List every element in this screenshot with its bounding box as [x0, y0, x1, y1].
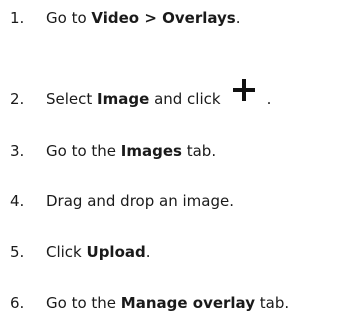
button-name: Upload	[86, 243, 146, 261]
step-2: 2. Select Image and click.	[0, 78, 271, 111]
step-number: 3.	[10, 142, 25, 160]
menu-path: Video > Overlays	[91, 9, 236, 27]
step-number: 2.	[10, 90, 25, 108]
step-text: Drag and drop an image.	[46, 192, 234, 210]
step-6: 6. Go to the Manage overlay tab.	[0, 291, 289, 315]
step-1: 1. Go to Video > Overlays.	[0, 6, 241, 30]
step-number: 1.	[10, 9, 25, 27]
option-name: Image	[97, 90, 150, 108]
step-number: 6.	[10, 294, 25, 312]
step-number: 5.	[10, 243, 25, 261]
step-text: Go to the Images tab.	[46, 142, 217, 160]
step-text: Go to the Manage overlay tab.	[46, 294, 290, 312]
step-text: Select Image and click.	[30, 78, 271, 111]
tab-name: Images	[120, 142, 182, 160]
plus-icon	[232, 78, 255, 101]
step-text: Click Upload.	[46, 243, 151, 261]
step-5: 5. Click Upload.	[0, 240, 151, 264]
step-text: Go to Video > Overlays.	[46, 9, 241, 27]
tab-name: Manage overlay	[120, 294, 255, 312]
step-3: 3. Go to the Images tab.	[0, 139, 216, 163]
step-number: 4.	[10, 192, 25, 210]
step-4: 4. Drag and drop an image.	[0, 189, 234, 213]
